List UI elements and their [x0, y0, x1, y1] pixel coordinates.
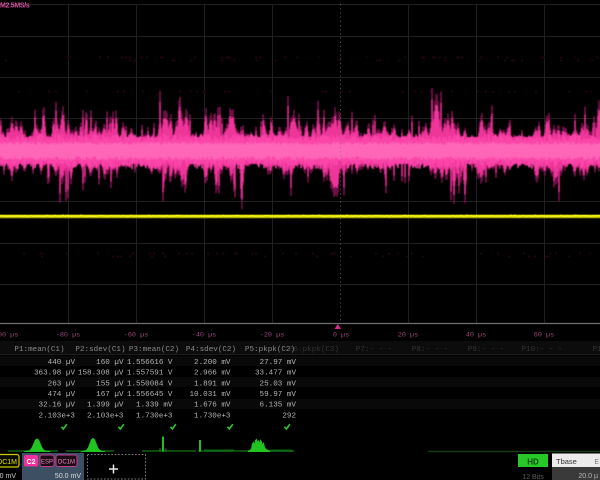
svg-text:1.730e+3: 1.730e+3 — [194, 413, 231, 421]
svg-text:0 µs: 0 µs — [333, 332, 349, 340]
svg-text:P7:- - -: P7:- - - — [356, 346, 392, 354]
svg-text:33.477 mV: 33.477 mV — [255, 370, 296, 378]
svg-text:10.031 mV: 10.031 mV — [189, 391, 230, 399]
svg-text:0 mV: 0 mV — [0, 473, 16, 480]
svg-text:50.0 mV: 50.0 mV — [55, 473, 81, 480]
svg-text:C2: C2 — [27, 459, 36, 466]
svg-text:474 µV: 474 µV — [48, 391, 76, 399]
svg-text:292: 292 — [282, 413, 296, 421]
svg-text:2.966 mV: 2.966 mV — [194, 370, 231, 378]
svg-text:2.103e+3: 2.103e+3 — [87, 413, 124, 421]
svg-text:40 µs: 40 µs — [466, 332, 486, 340]
svg-text:-100 µs: -100 µs — [0, 332, 18, 340]
svg-text:25.03 mV: 25.03 mV — [260, 381, 297, 389]
svg-text:20 µs: 20 µs — [398, 332, 418, 340]
svg-text:158.308 µV: 158.308 µV — [78, 370, 124, 378]
svg-text:167 µV: 167 µV — [96, 391, 124, 399]
svg-text:1.730e+3: 1.730e+3 — [136, 413, 173, 421]
svg-text:1.550084 V: 1.550084 V — [127, 381, 173, 389]
svg-text:DC1M: DC1M — [58, 460, 75, 466]
svg-text:-80 µs: -80 µs — [56, 332, 80, 340]
svg-text:155 µV: 155 µV — [96, 381, 124, 389]
svg-text:E: E — [594, 459, 599, 466]
svg-text:P1:mean(C1): P1:mean(C1) — [14, 346, 64, 354]
svg-text:20.0 µ: 20.0 µ — [578, 473, 598, 480]
svg-text:60 µs: 60 µs — [534, 332, 554, 340]
svg-text:363.98 µV: 363.98 µV — [34, 370, 75, 378]
svg-text:-20 µs: -20 µs — [260, 332, 284, 340]
svg-text:1.556616 V: 1.556616 V — [127, 359, 173, 367]
svg-text:59.97 mV: 59.97 mV — [260, 391, 297, 399]
svg-text:DC1M: DC1M — [0, 459, 17, 466]
svg-text:P8:- - -: P8:- - - — [412, 346, 448, 354]
svg-text:P3:mean(C2): P3:mean(C2) — [129, 346, 179, 354]
svg-text:1.339 mV: 1.339 mV — [136, 402, 173, 410]
svg-text:-60 µs: -60 µs — [124, 332, 148, 340]
svg-text:1.557591 V: 1.557591 V — [127, 370, 173, 378]
svg-text:1.399 µV: 1.399 µV — [87, 402, 124, 410]
svg-text:27.97 mV: 27.97 mV — [260, 359, 297, 367]
svg-text:-40 µs: -40 µs — [192, 332, 216, 340]
svg-text:P6:pkpk(C3): P6:pkpk(C3) — [289, 346, 339, 354]
svg-text:1.891 mV: 1.891 mV — [194, 381, 231, 389]
svg-text:440 µV: 440 µV — [48, 359, 76, 367]
svg-text:HD: HD — [527, 458, 539, 467]
svg-text:12 Bits: 12 Bits — [522, 474, 544, 480]
svg-text:P5:pkpk(C2): P5:pkpk(C2) — [245, 346, 295, 354]
svg-text:M2.5MS/s: M2.5MS/s — [0, 3, 30, 10]
svg-text:263 µV: 263 µV — [48, 381, 76, 389]
svg-text:1.676 mV: 1.676 mV — [194, 402, 231, 410]
svg-text:160 µV: 160 µV — [96, 359, 124, 367]
svg-text:2.200 mV: 2.200 mV — [194, 359, 231, 367]
svg-text:P1: P1 — [592, 346, 600, 354]
svg-text:Tbase: Tbase — [556, 457, 577, 466]
svg-text:1.556645 V: 1.556645 V — [127, 391, 173, 399]
svg-text:P9:- - -: P9:- - - — [468, 346, 504, 354]
svg-text:2.103e+3: 2.103e+3 — [39, 413, 76, 421]
svg-text:P2:sdev(C1): P2:sdev(C1) — [75, 346, 125, 354]
svg-text:6.135 mV: 6.135 mV — [260, 402, 297, 410]
svg-text:P4:sdev(C2): P4:sdev(C2) — [186, 346, 236, 354]
svg-text:ESP: ESP — [41, 460, 53, 466]
svg-text:P10:- - -: P10:- - - — [521, 346, 562, 354]
svg-text:32.16 µV: 32.16 µV — [39, 402, 76, 410]
